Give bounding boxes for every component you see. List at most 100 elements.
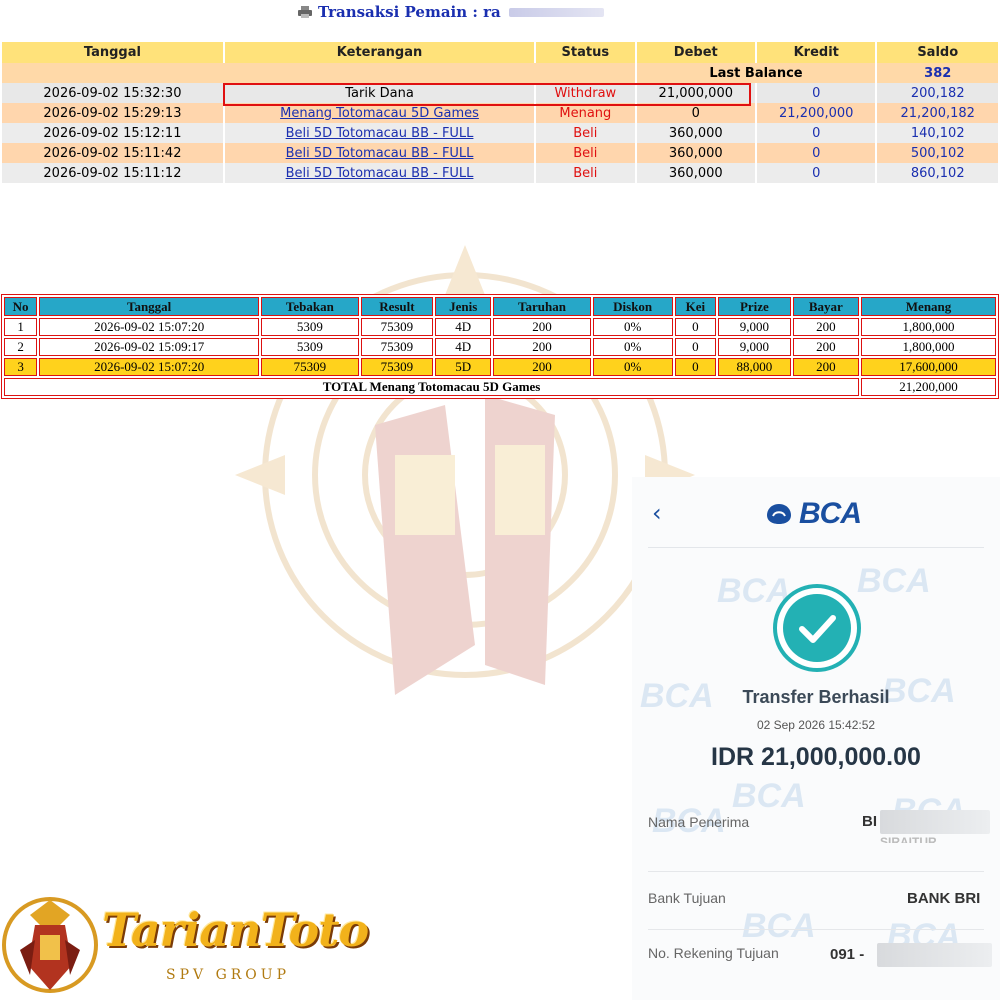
redacted-account — [877, 943, 992, 967]
total-value: 21,200,000 — [861, 378, 996, 396]
cell-tebakan: 5309 — [261, 318, 359, 336]
cell-no: 3 — [4, 358, 38, 376]
cell-prize: 9,000 — [718, 338, 791, 356]
cell-prize: 9,000 — [718, 318, 791, 336]
transfer-datetime: 02 Sep 2026 15:42:52 — [756, 718, 876, 732]
column-header-kei: Kei — [674, 297, 717, 316]
table-row: 2026-09-02 15:11:42 Beli 5D Totomacau BB… — [2, 143, 998, 163]
total-label: TOTAL Menang Totomacau 5D Games — [4, 378, 860, 396]
cell-no: 2 — [4, 338, 38, 356]
table-row: 2026-09-02 15:12:11 Beli 5D Totomacau BB… — [2, 123, 998, 143]
withdraw-highlight-box — [223, 83, 751, 106]
cell-debet: 360,000 — [636, 123, 755, 143]
cell-prize: 88,000 — [718, 358, 791, 376]
dancer-mask-icon — [2, 897, 98, 993]
column-header-tanggal: Tanggal — [2, 42, 223, 63]
cell-keterangan: Beli 5D Totomacau BB - FULL — [224, 163, 535, 183]
cell-saldo: 140,102 — [877, 123, 998, 143]
cell-status: Beli — [536, 123, 635, 143]
cell-no: 1 — [4, 318, 38, 336]
cell-tanggal: 2026-09-02 15:11:42 — [2, 143, 223, 163]
transaction-header: Transaksi Pemain : ra — [298, 2, 604, 22]
bca-logo-text: BCA — [799, 497, 862, 530]
bca-watermark: BCA — [857, 562, 931, 600]
cell-tanggal: 2026-09-02 15:11:12 — [2, 163, 223, 183]
cell-jenis: 4D — [435, 338, 492, 356]
last-balance-value: 382 — [877, 63, 998, 83]
table-header-row: Tanggal Keterangan Status Debet Kredit S… — [2, 42, 998, 63]
cell-kredit: 0 — [757, 143, 876, 163]
bca-watermark: BCA — [742, 907, 816, 945]
cell-kei: 0 — [674, 318, 717, 336]
cell-tanggal: 2026-09-02 15:29:13 — [2, 103, 223, 123]
cell-tanggal: 2026-09-02 15:09:17 — [39, 338, 260, 356]
cell-taruhan: 200 — [493, 338, 591, 356]
cell-menang: 1,800,000 — [861, 338, 996, 356]
last-balance-row: Last Balance 382 — [2, 63, 998, 83]
cell-kei: 0 — [674, 338, 717, 356]
last-balance-label: Last Balance — [636, 63, 876, 83]
brand-name: TarianToto — [102, 903, 369, 957]
success-check-icon — [773, 584, 861, 672]
bank-label: Bank Tujuan — [648, 890, 726, 906]
cell-diskon: 0% — [592, 318, 673, 336]
cell-kredit: 0 — [757, 123, 876, 143]
transaction-table: Tanggal Keterangan Status Debet Kredit S… — [0, 42, 1000, 183]
page-title: Transaksi Pemain : ra — [318, 3, 501, 21]
cell-saldo: 200,182 — [877, 83, 998, 103]
cell-keterangan: Beli 5D Totomacau BB - FULL — [224, 123, 535, 143]
cell-result: 75309 — [360, 338, 434, 356]
table-row: 2026-09-02 15:29:13 Menang Totomacau 5D … — [2, 103, 998, 123]
column-header-status: Status — [536, 42, 635, 63]
row-divider — [648, 929, 984, 930]
table-row-winning: 3 2026-09-02 15:07:20 75309 75309 5D 200… — [4, 358, 996, 376]
cell-tanggal: 2026-09-02 15:12:11 — [2, 123, 223, 143]
column-header-diskon: Diskon — [592, 297, 673, 316]
redacted-recipient — [880, 810, 990, 834]
table-row: 2026-09-02 15:11:12 Beli 5D Totomacau BB… — [2, 163, 998, 183]
cell-tanggal: 2026-09-02 15:07:20 — [39, 358, 260, 376]
transaction-link[interactable]: Beli 5D Totomacau BB - FULL — [286, 166, 474, 181]
cell-kei: 0 — [674, 358, 717, 376]
cell-status: Beli — [536, 143, 635, 163]
recipient-value-secondary: SIRAITUR — [880, 835, 937, 843]
cell-result: 75309 — [360, 318, 434, 336]
column-header-kredit: Kredit — [757, 42, 876, 63]
total-row: TOTAL Menang Totomacau 5D Games 21,200,0… — [4, 378, 996, 396]
cell-jenis: 5D — [435, 358, 492, 376]
column-header-saldo: Saldo — [877, 42, 998, 63]
cell-bayar: 200 — [792, 318, 860, 336]
recipient-value: BI — [862, 813, 877, 830]
result-table: No Tanggal Tebakan Result Jenis Taruhan … — [1, 294, 999, 399]
column-header-taruhan: Taruhan — [493, 297, 591, 316]
cell-status: Beli — [536, 163, 635, 183]
transaction-link[interactable]: Beli 5D Totomacau BB - FULL — [286, 146, 474, 161]
column-header-tanggal: Tanggal — [39, 297, 260, 316]
cell-diskon: 0% — [592, 358, 673, 376]
chevron-left-icon[interactable]: ‹ — [652, 499, 662, 527]
column-header-prize: Prize — [718, 297, 791, 316]
bca-emblem-icon — [767, 504, 791, 524]
table-row: 2 2026-09-02 15:09:17 5309 75309 4D 200 … — [4, 338, 996, 356]
column-header-no: No — [4, 297, 38, 316]
transaction-link[interactable]: Beli 5D Totomacau BB - FULL — [286, 126, 474, 141]
cell-status: Menang — [536, 103, 635, 123]
cell-tanggal: 2026-09-02 15:07:20 — [39, 318, 260, 336]
tariantoto-logo: TarianToto SPV GROUP — [0, 895, 369, 1000]
cell-tebakan: 5309 — [261, 338, 359, 356]
cell-menang: 1,800,000 — [861, 318, 996, 336]
cell-bayar: 200 — [792, 338, 860, 356]
bca-logo: BCA — [765, 497, 862, 531]
cell-tebakan: 75309 — [261, 358, 359, 376]
column-header-debet: Debet — [636, 42, 755, 63]
account-label: No. Rekening Tujuan — [648, 945, 779, 961]
cell-saldo: 500,102 — [877, 143, 998, 163]
brand-tagline: SPV GROUP — [166, 967, 290, 983]
transaction-link[interactable]: Menang Totomacau 5D Games — [280, 106, 479, 121]
cell-debet: 360,000 — [636, 143, 755, 163]
cell-keterangan: Menang Totomacau 5D Games — [224, 103, 535, 123]
cell-debet: 0 — [636, 103, 755, 123]
cell-result: 75309 — [360, 358, 434, 376]
bca-watermark: BCA — [732, 777, 806, 815]
recipient-label: Nama Penerima — [648, 814, 750, 830]
